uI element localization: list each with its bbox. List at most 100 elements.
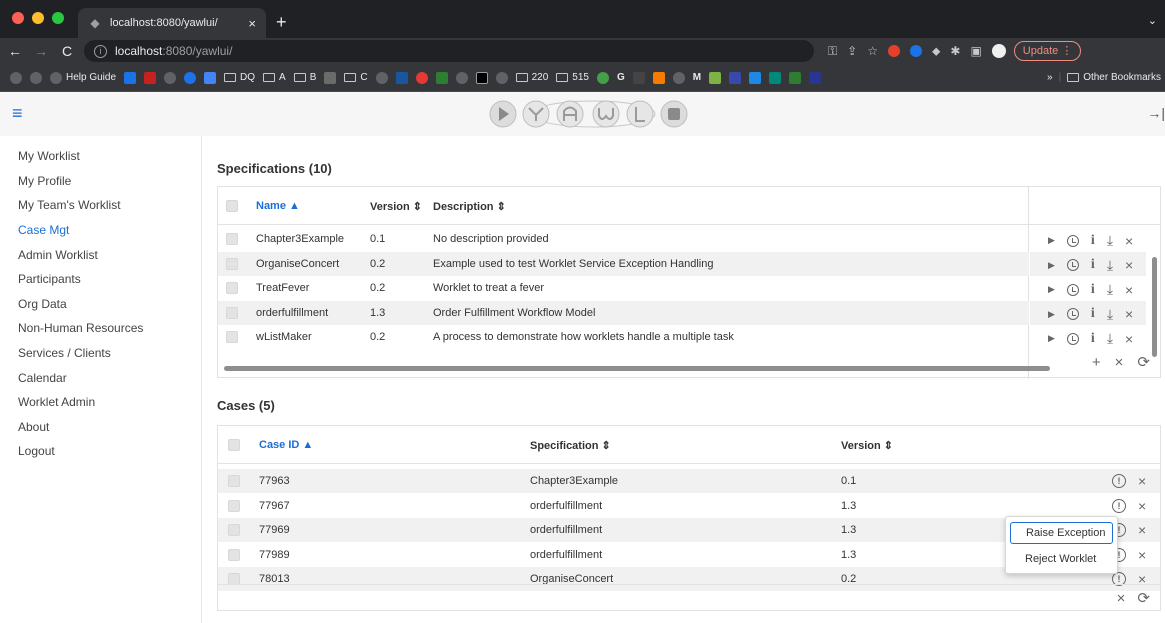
globe-icon[interactable] [495, 71, 508, 84]
update-button[interactable]: Update ⋮ [1013, 41, 1082, 61]
launch-case-icon[interactable]: ▶ [1048, 284, 1055, 295]
raise-exception-menu-item[interactable]: Raise Exception [1010, 522, 1113, 544]
remove-case-button[interactable]: × [1117, 590, 1126, 607]
sidebar-item-org-data[interactable]: Org Data [0, 292, 201, 317]
column-specification[interactable]: Specification ⇕ [530, 439, 611, 452]
schedule-clock-icon[interactable] [1066, 332, 1079, 345]
row-checkbox[interactable] [226, 306, 238, 319]
new-tab-button[interactable]: + [276, 13, 287, 31]
select-all-checkbox[interactable] [228, 439, 240, 451]
cancel-case-icon[interactable]: × [1138, 522, 1146, 538]
sidebar-item-my-team-s-worklist[interactable]: My Team's Worklist [0, 193, 201, 218]
unload-close-icon[interactable]: × [1125, 306, 1133, 322]
close-window-button[interactable] [12, 12, 24, 24]
globe-icon[interactable] [164, 71, 177, 84]
sidepanel-icon[interactable]: ▣ [970, 44, 981, 58]
reject-worklet-menu-item[interactable]: Reject Worklet [1010, 548, 1113, 570]
launch-case-icon[interactable]: ▶ [1048, 333, 1055, 344]
row-checkbox[interactable] [226, 233, 238, 245]
row-checkbox[interactable] [228, 548, 240, 561]
maximize-window-button[interactable] [52, 12, 64, 24]
table-row[interactable]: 77963 Chapter3Example 0.1! × [218, 469, 1160, 493]
info-icon[interactable]: i [1091, 331, 1095, 347]
bookmarks-overflow-button[interactable]: » [1047, 72, 1053, 83]
bookmark-folder-a[interactable]: A [263, 72, 286, 83]
bookmark-site-icon[interactable] [124, 71, 137, 84]
table-row[interactable]: 77967 orderfulfillment 1.3! × [218, 494, 1160, 518]
bookmark-site-icon[interactable] [395, 71, 408, 84]
bookmark-site-icon[interactable] [632, 71, 645, 84]
bookmark-site-icon[interactable] [809, 71, 822, 84]
bookmark-site-icon[interactable] [769, 71, 782, 84]
row-checkbox[interactable] [228, 524, 240, 537]
sidebar-item-services-clients[interactable]: Services / Clients [0, 341, 201, 366]
cancel-case-icon[interactable]: × [1138, 498, 1146, 514]
info-icon[interactable]: i [1091, 282, 1095, 298]
tab-search-chevron-icon[interactable]: ⌄ [1148, 14, 1157, 27]
vertical-scrollbar[interactable] [1152, 257, 1157, 357]
column-case-id[interactable]: Case ID ▲ [259, 439, 313, 451]
site-info-icon[interactable]: i [94, 44, 107, 58]
bookmark-site-icon[interactable] [729, 71, 742, 84]
launch-case-icon[interactable]: ▶ [1048, 260, 1055, 271]
unload-close-icon[interactable]: × [1125, 331, 1133, 347]
bookmark-site-icon[interactable] [475, 71, 488, 84]
horizontal-scrollbar[interactable] [224, 366, 1050, 371]
bookmark-site-icon[interactable] [144, 71, 157, 84]
share-icon[interactable]: ⇪ [847, 44, 857, 58]
row-checkbox[interactable] [226, 331, 238, 343]
table-row[interactable]: Chapter3Example 0.1 No description provide… [218, 227, 1029, 251]
extension-blue-icon[interactable] [909, 45, 922, 57]
remove-specification-button[interactable]: × [1115, 354, 1124, 371]
bookmark-folder-c[interactable]: C [344, 72, 368, 83]
bookmark-site-icon[interactable] [435, 71, 448, 84]
key-icon[interactable]: ⚿ [828, 44, 837, 59]
info-icon[interactable]: i [1091, 257, 1095, 273]
refresh-cases-button[interactable]: ⟳ [1137, 589, 1150, 607]
bookmark-site-icon[interactable] [184, 71, 197, 84]
other-bookmarks-folder[interactable]: Other Bookmarks [1067, 72, 1161, 83]
download-icon[interactable]: ⤓ [1107, 281, 1113, 298]
bookmark-site-icon[interactable] [324, 71, 337, 84]
schedule-clock-icon[interactable] [1066, 308, 1079, 320]
bookmark-site-icon[interactable] [415, 71, 428, 84]
column-description[interactable]: Description ⇕ [433, 200, 506, 213]
bookmark-help-guide[interactable]: Help Guide [50, 71, 116, 84]
bookmark-site-icon[interactable] [652, 71, 665, 84]
bookmark-site-icon[interactable] [749, 71, 762, 84]
bookmark-site-icon[interactable] [596, 71, 609, 84]
bookmark-site-icon[interactable] [204, 71, 217, 84]
cancel-case-icon[interactable]: × [1138, 473, 1146, 489]
globe-icon[interactable] [455, 71, 468, 84]
bookmark-g[interactable]: G [617, 72, 625, 83]
hamburger-menu-icon[interactable]: ≡ [12, 104, 23, 122]
exception-alert-icon[interactable]: ! [1112, 474, 1126, 488]
row-checkbox[interactable] [226, 282, 238, 294]
minimize-window-button[interactable] [32, 12, 44, 24]
bookmark-folder-dq[interactable]: DQ [224, 72, 255, 83]
sidebar-item-case-mgt[interactable]: Case Mgt [0, 218, 201, 243]
download-icon[interactable]: ⤓ [1107, 232, 1113, 249]
sidebar-item-logout[interactable]: Logout [0, 439, 201, 464]
globe-icon[interactable] [375, 71, 388, 84]
download-icon[interactable]: ⤓ [1107, 330, 1113, 347]
schedule-clock-icon[interactable] [1066, 283, 1079, 296]
bookmark-m[interactable]: M [693, 72, 701, 83]
download-icon[interactable]: ⤓ [1107, 257, 1113, 274]
globe-icon[interactable] [672, 71, 685, 84]
bookmark-folder-220[interactable]: 220 [515, 72, 548, 83]
collapse-panel-icon[interactable]: →| [1147, 105, 1165, 121]
sidebar-item-my-worklist[interactable]: My Worklist [0, 144, 201, 169]
forward-arrow-icon[interactable]: → [30, 43, 52, 59]
cancel-case-icon[interactable]: × [1138, 547, 1146, 563]
schedule-clock-icon[interactable] [1066, 259, 1079, 271]
puzzle-icon[interactable]: ✱ [950, 44, 960, 58]
bookmark-folder-515[interactable]: 515 [556, 72, 589, 83]
row-checkbox[interactable] [226, 257, 238, 270]
extension-icon[interactable]: ⬥ [932, 44, 940, 59]
info-icon[interactable]: i [1091, 233, 1095, 249]
tab-close-icon[interactable]: × [248, 16, 256, 31]
extension-red-icon[interactable] [887, 45, 900, 57]
table-row[interactable]: TreatFever 0.2 Worklet to treat a fever [218, 276, 1029, 300]
refresh-specifications-button[interactable]: ⟳ [1137, 353, 1150, 371]
